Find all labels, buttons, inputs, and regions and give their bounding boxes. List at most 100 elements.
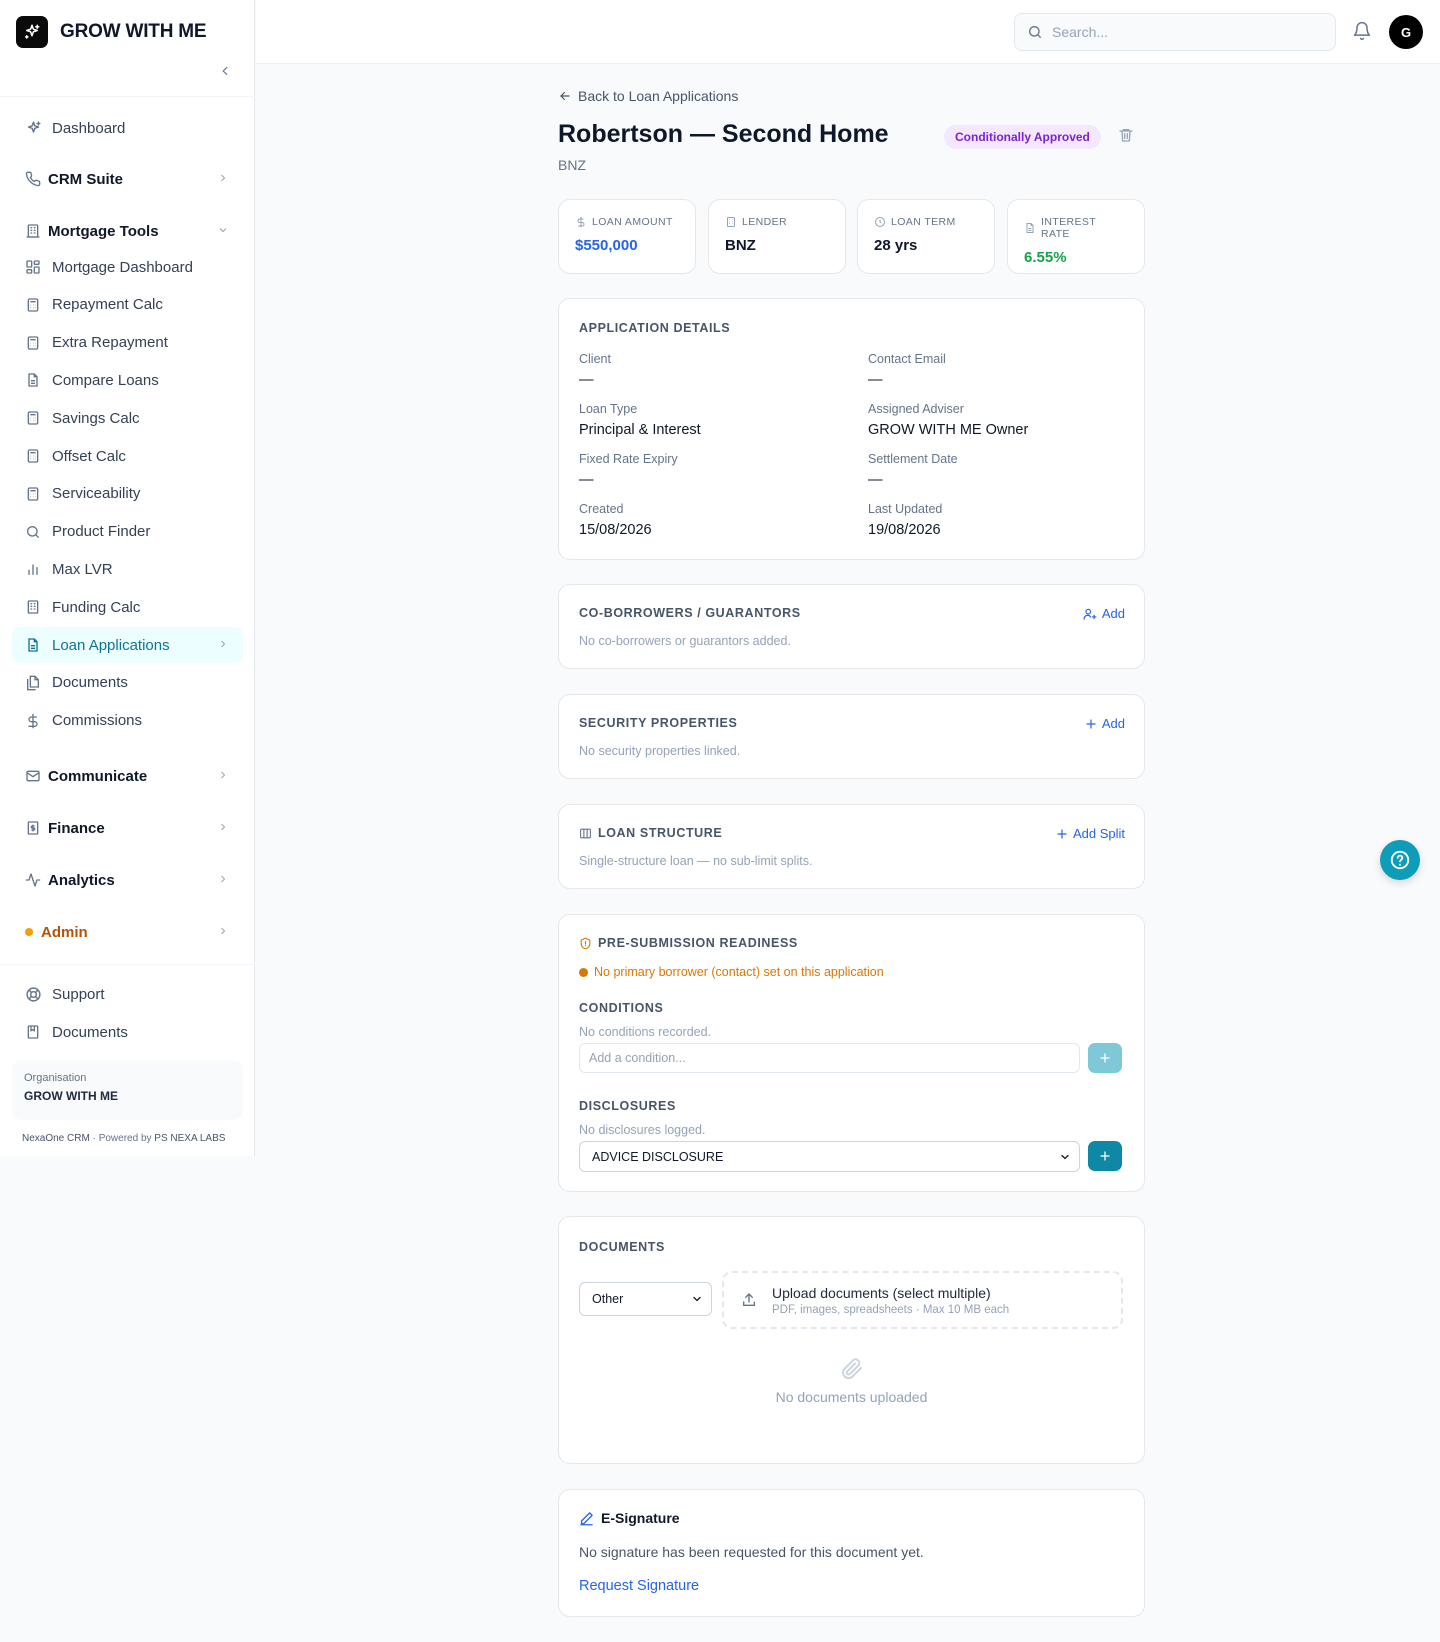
stat-label: LOAN TERM — [891, 216, 956, 228]
sidebar-item-commissions[interactable]: Commissions — [12, 703, 243, 739]
sidebar-item-offset-calc[interactable]: Offset Calc — [12, 438, 243, 474]
upload-title: Upload documents (select multiple) — [772, 1284, 991, 1301]
request-signature-link[interactable]: Request Signature — [579, 1578, 699, 1594]
upload-dropzone[interactable]: Upload documents (select multiple) PDF, … — [722, 1271, 1123, 1329]
bell-icon[interactable] — [1352, 21, 1374, 43]
card-title: PRE-SUBMISSION READINESS — [579, 936, 798, 950]
nav-label: Funding Calc — [52, 598, 141, 616]
nav-finance[interactable]: Finance — [12, 810, 243, 846]
nav-label: Analytics — [48, 871, 115, 889]
nav-label: Savings Calc — [52, 409, 140, 427]
add-condition-input[interactable] — [579, 1043, 1080, 1073]
sidebar-item-mortgage-dashboard[interactable]: Mortgage Dashboard — [12, 249, 243, 285]
chevron-right-icon — [217, 638, 229, 650]
field-label: Settlement Date — [868, 452, 958, 466]
documents-card: DOCUMENTS Other Upload documents (select… — [558, 1216, 1145, 1464]
calculator-icon — [24, 296, 42, 314]
field-label: Client — [579, 352, 611, 366]
stat-value: 6.55% — [1024, 249, 1067, 266]
conditions-heading: CONDITIONS — [579, 1001, 664, 1015]
back-link[interactable]: Back to Loan Applications — [558, 88, 738, 104]
field-label: Assigned Adviser — [868, 402, 964, 416]
sidebar-item-repayment-calc[interactable]: Repayment Calc — [12, 287, 243, 323]
brand[interactable]: GROW WITH ME — [16, 16, 207, 48]
search-icon — [24, 523, 42, 541]
dollar-icon — [575, 216, 587, 228]
empty-text: No security properties linked. — [579, 744, 741, 758]
sidebar-item-product-finder[interactable]: Product Finder — [12, 514, 243, 550]
sidebar-item-compare-loans[interactable]: Compare Loans — [12, 362, 243, 398]
add-disclosure-button[interactable] — [1088, 1141, 1122, 1171]
nav-label: CRM Suite — [48, 170, 123, 188]
clock-icon — [874, 216, 886, 228]
card-title-text: LOAN STRUCTURE — [598, 826, 723, 840]
stat-loan-term: LOAN TERM 28 yrs — [857, 199, 995, 274]
nav-dashboard[interactable]: Dashboard — [12, 110, 243, 146]
sidebar-item-serviceability[interactable]: Serviceability — [12, 476, 243, 512]
document-type-select[interactable]: Other — [579, 1282, 712, 1316]
nav-label: Compare Loans — [52, 371, 159, 389]
warning-dot — [579, 967, 588, 977]
sidebar-item-loan-applications[interactable]: Loan Applications — [12, 627, 243, 663]
sidebar-item-savings-calc[interactable]: Savings Calc — [12, 400, 243, 436]
shield-alert-icon — [579, 936, 592, 950]
pre-submission-readiness-card: PRE-SUBMISSION READINESS No primary borr… — [558, 914, 1145, 1192]
document-icon — [1024, 222, 1036, 234]
book-icon — [24, 1023, 42, 1041]
back-link-label: Back to Loan Applications — [578, 88, 739, 104]
stat-loan-amount: LOAN AMOUNT $550,000 — [558, 199, 696, 274]
help-button[interactable] — [1380, 840, 1420, 880]
nav-label: Offset Calc — [52, 447, 126, 465]
nav-documents-footer[interactable]: Documents — [12, 1014, 243, 1050]
nav-label: Dashboard — [52, 119, 126, 137]
building-icon — [24, 598, 42, 616]
nav-support[interactable]: Support — [12, 976, 243, 1012]
field-assigned-adviser: Assigned Adviser GROW WITH ME Owner — [868, 402, 1028, 438]
action-label: Add — [1101, 606, 1125, 621]
disclosure-type-select[interactable]: ADVICE DISCLOSURE — [579, 1141, 1080, 1172]
nav-label: Documents — [52, 674, 128, 692]
stat-label: INTEREST RATE — [1041, 216, 1096, 240]
phone-icon — [24, 170, 42, 188]
sidebar-item-max-lvr[interactable]: Max LVR — [12, 551, 243, 587]
add-split-button[interactable]: Add Split — [1056, 826, 1125, 841]
sidebar-item-documents[interactable]: Documents — [12, 665, 243, 701]
stat-label: LOAN AMOUNT — [592, 216, 673, 228]
collapse-sidebar-button[interactable] — [214, 60, 236, 82]
trash-icon[interactable] — [1118, 127, 1136, 145]
select-value: Other — [592, 1292, 624, 1306]
arrow-left-icon — [558, 89, 572, 103]
card-title: APPLICATION DETAILS — [579, 321, 731, 335]
sidebar-item-extra-repayment[interactable]: Extra Repayment — [12, 325, 243, 361]
nav-communicate[interactable]: Communicate — [12, 758, 243, 794]
stat-value: 28 yrs — [874, 237, 918, 254]
top-bar: G — [256, 0, 1440, 64]
add-security-button[interactable]: Add — [1085, 716, 1125, 731]
vendor-name: PS NEXA LABS — [154, 1133, 226, 1144]
divider — [0, 96, 255, 97]
warning-text: No primary borrower (contact) set on thi… — [594, 965, 884, 979]
user-avatar[interactable]: G — [1389, 15, 1423, 49]
field-settlement-date: Settlement Date — — [868, 452, 958, 488]
search-input[interactable] — [1052, 24, 1312, 40]
nav-analytics[interactable]: Analytics — [12, 862, 243, 898]
disclosures-heading: DISCLOSURES — [579, 1099, 676, 1113]
nav-label: Documents — [52, 1023, 128, 1041]
add-co-borrower-button[interactable]: Add — [1083, 606, 1125, 621]
sparkle-logo-icon — [16, 16, 48, 48]
field-client: Client — — [579, 352, 611, 388]
bar-chart-icon — [24, 560, 42, 578]
add-condition-button[interactable] — [1088, 1043, 1122, 1073]
nav-admin[interactable]: Admin — [12, 914, 243, 950]
field-label: Contact Email — [868, 352, 946, 366]
pen-icon — [579, 1511, 594, 1526]
chevron-right-icon — [217, 873, 229, 885]
nav-crm-suite[interactable]: CRM Suite — [12, 161, 243, 197]
no-documents-state: No documents uploaded — [559, 1357, 1144, 1405]
organisation-box[interactable]: Organisation GROW WITH ME — [12, 1060, 243, 1120]
upload-icon — [741, 1292, 757, 1308]
sidebar-item-funding-calc[interactable]: Funding Calc — [12, 589, 243, 625]
nav-mortgage-tools[interactable]: Mortgage Tools — [12, 213, 243, 249]
stat-lender: LENDER BNZ — [708, 199, 846, 274]
search-box[interactable] — [1014, 13, 1336, 51]
